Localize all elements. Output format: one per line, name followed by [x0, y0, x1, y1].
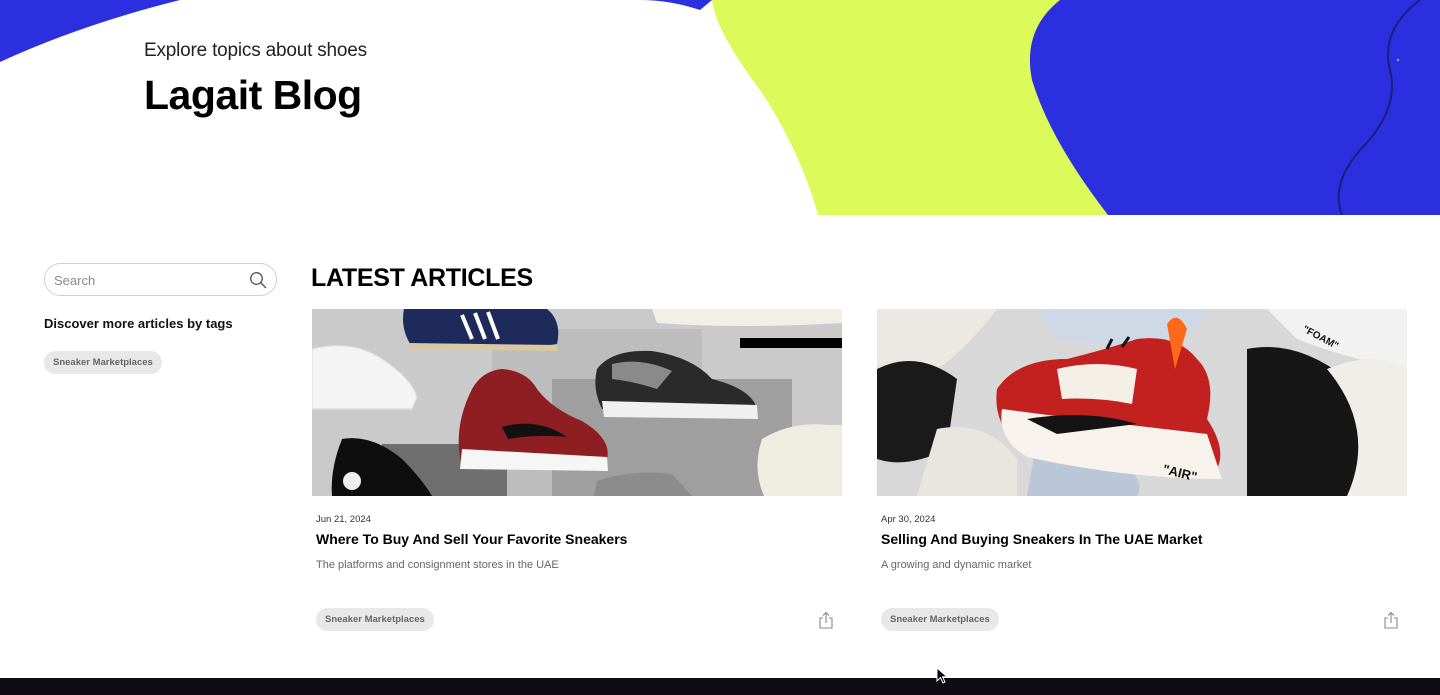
search-box[interactable]	[44, 263, 277, 296]
share-icon[interactable]	[1383, 611, 1399, 629]
article-image[interactable]	[312, 309, 842, 496]
search-icon[interactable]	[249, 271, 267, 289]
hero-banner: Explore topics about shoes Lagait Blog	[0, 0, 1440, 215]
section-title: LATEST ARTICLES	[311, 264, 533, 292]
footer-bar	[0, 678, 1440, 695]
article-tag[interactable]: Sneaker Marketplaces	[316, 608, 434, 631]
article-tag[interactable]: Sneaker Marketplaces	[881, 608, 999, 631]
article-description: A growing and dynamic market	[881, 559, 1032, 571]
tag-sneaker-marketplaces[interactable]: Sneaker Marketplaces	[44, 351, 162, 374]
hero-subtitle: Explore topics about shoes	[144, 40, 367, 61]
article-card[interactable]: "AIR" "FOAM" Apr 30, 2024 Selling And Bu…	[877, 309, 1407, 639]
article-date: Jun 21, 2024	[316, 514, 371, 525]
article-title[interactable]: Selling And Buying Sneakers In The UAE M…	[881, 531, 1203, 547]
article-title[interactable]: Where To Buy And Sell Your Favorite Snea…	[316, 531, 627, 547]
article-image[interactable]: "AIR" "FOAM"	[877, 309, 1407, 496]
article-card[interactable]: Jun 21, 2024 Where To Buy And Sell Your …	[312, 309, 842, 639]
mouse-cursor-icon	[936, 667, 948, 684]
tags-heading: Discover more articles by tags	[44, 316, 233, 331]
page-title: Lagait Blog	[144, 72, 362, 118]
search-input[interactable]	[54, 270, 244, 290]
share-icon[interactable]	[818, 611, 834, 629]
article-date: Apr 30, 2024	[881, 514, 936, 525]
blog-page: Explore topics about shoes Lagait Blog D…	[0, 0, 1440, 695]
article-description: The platforms and consignment stores in …	[316, 559, 559, 571]
